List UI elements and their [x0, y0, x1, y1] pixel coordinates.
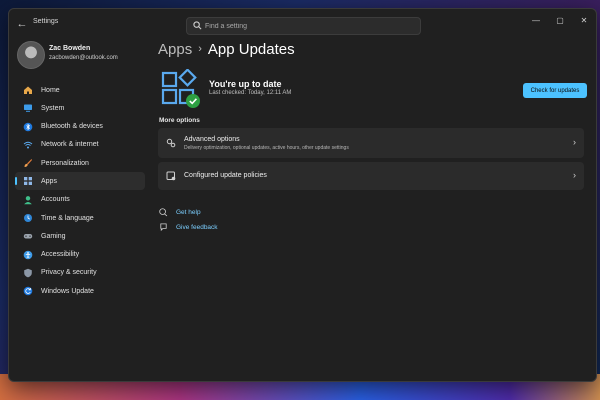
- check-for-updates-button[interactable]: Check for updates: [523, 83, 587, 98]
- configured-update-policies-card[interactable]: Configured update policies ›: [158, 162, 584, 190]
- update-icon: [23, 286, 33, 296]
- sidebar-item-bluetooth[interactable]: Bluetooth & devices: [15, 118, 145, 136]
- gears-icon: [166, 138, 176, 148]
- maximize-button[interactable]: ▢: [548, 13, 572, 29]
- help-icon: [159, 208, 168, 217]
- sidebar-nav: Home System Bluetooth & devices Network …: [15, 81, 145, 301]
- sidebar-item-label: Accessibility: [41, 251, 80, 259]
- back-button[interactable]: ←: [15, 17, 29, 31]
- sidebar-item-label: Personalization: [41, 159, 89, 167]
- configured-update-policies-title: Configured update policies: [184, 172, 267, 179]
- page-title: App Updates: [207, 41, 295, 58]
- sidebar-item-label: Gaming: [41, 232, 66, 240]
- sidebar-item-personalization[interactable]: Personalization: [15, 154, 145, 172]
- monitor-icon: [23, 103, 33, 113]
- sidebar-item-accessibility[interactable]: Accessibility: [15, 246, 145, 264]
- wifi-icon: [23, 140, 33, 150]
- apps-icon: [23, 176, 33, 186]
- search-icon: [193, 21, 202, 30]
- sidebar-item-label: Accounts: [41, 196, 70, 204]
- search-input[interactable]: [205, 18, 410, 34]
- minimize-button[interactable]: —: [524, 13, 548, 29]
- settings-window: ← Settings — ▢ ✕ Zac Bowden zacbowden@ou…: [8, 8, 597, 382]
- chevron-right-icon: ›: [573, 137, 576, 147]
- breadcrumb: Apps › App Updates: [158, 41, 295, 58]
- sidebar-item-label: Windows Update: [41, 287, 94, 295]
- sidebar-item-label: Time & language: [41, 214, 94, 222]
- policy-icon: [166, 171, 176, 181]
- feedback-icon: [160, 223, 167, 232]
- sidebar-item-label: Apps: [41, 177, 57, 185]
- sidebar-item-windows-update[interactable]: Windows Update: [15, 282, 145, 300]
- give-feedback-label: Give feedback: [176, 224, 218, 231]
- app-updates-status-icon: [161, 69, 200, 108]
- advanced-options-title: Advanced options: [184, 136, 240, 143]
- user-email: zacbowden@outlook.com: [49, 55, 118, 61]
- home-icon: [23, 85, 33, 95]
- advanced-options-card[interactable]: Advanced options Delivery optimization, …: [158, 128, 584, 158]
- avatar: [17, 41, 45, 69]
- sidebar-item-label: Privacy & security: [41, 269, 97, 277]
- sidebar-item-apps[interactable]: Apps: [15, 172, 145, 191]
- get-help-link[interactable]: Get help: [159, 208, 201, 217]
- last-checked-text: Last checked: Today, 12:11 AM: [209, 90, 292, 96]
- search-box[interactable]: [186, 17, 421, 35]
- sidebar-item-privacy[interactable]: Privacy & security: [15, 264, 145, 282]
- brush-icon: [23, 158, 33, 168]
- close-button[interactable]: ✕: [572, 13, 596, 29]
- breadcrumb-parent[interactable]: Apps: [158, 41, 192, 58]
- window-title: Settings: [33, 18, 59, 25]
- breadcrumb-separator: ›: [198, 43, 202, 55]
- shield-icon: [23, 268, 33, 278]
- sidebar-item-accounts[interactable]: Accounts: [15, 191, 145, 209]
- sidebar-item-label: Home: [41, 86, 60, 94]
- sidebar-item-label: Network & internet: [41, 141, 99, 149]
- sidebar-item-network[interactable]: Network & internet: [15, 136, 145, 154]
- sidebar-item-time-language[interactable]: Time & language: [15, 209, 145, 227]
- sidebar-item-gaming[interactable]: Gaming: [15, 227, 145, 245]
- give-feedback-link[interactable]: Give feedback: [159, 223, 218, 232]
- controller-icon: [23, 231, 33, 241]
- accessibility-icon: [23, 250, 33, 260]
- sidebar-item-label: System: [41, 104, 65, 112]
- sidebar-item-label: Bluetooth & devices: [41, 123, 103, 131]
- success-check-icon: [186, 94, 200, 108]
- chevron-right-icon: ›: [573, 170, 576, 180]
- user-name: Zac Bowden: [49, 45, 91, 52]
- advanced-options-description: Delivery optimization, optional updates,…: [184, 145, 349, 151]
- status-title: You're up to date: [209, 79, 282, 89]
- more-options-heading: More options: [159, 117, 200, 124]
- get-help-label: Get help: [176, 209, 201, 216]
- window-controls: — ▢ ✕: [524, 13, 596, 29]
- globe-clock-icon: [23, 213, 33, 223]
- sidebar-item-home[interactable]: Home: [15, 81, 145, 99]
- bluetooth-icon: [23, 122, 33, 132]
- sidebar-item-system[interactable]: System: [15, 99, 145, 117]
- title-bar: ← Settings — ▢ ✕: [9, 9, 596, 39]
- person-icon: [23, 195, 33, 205]
